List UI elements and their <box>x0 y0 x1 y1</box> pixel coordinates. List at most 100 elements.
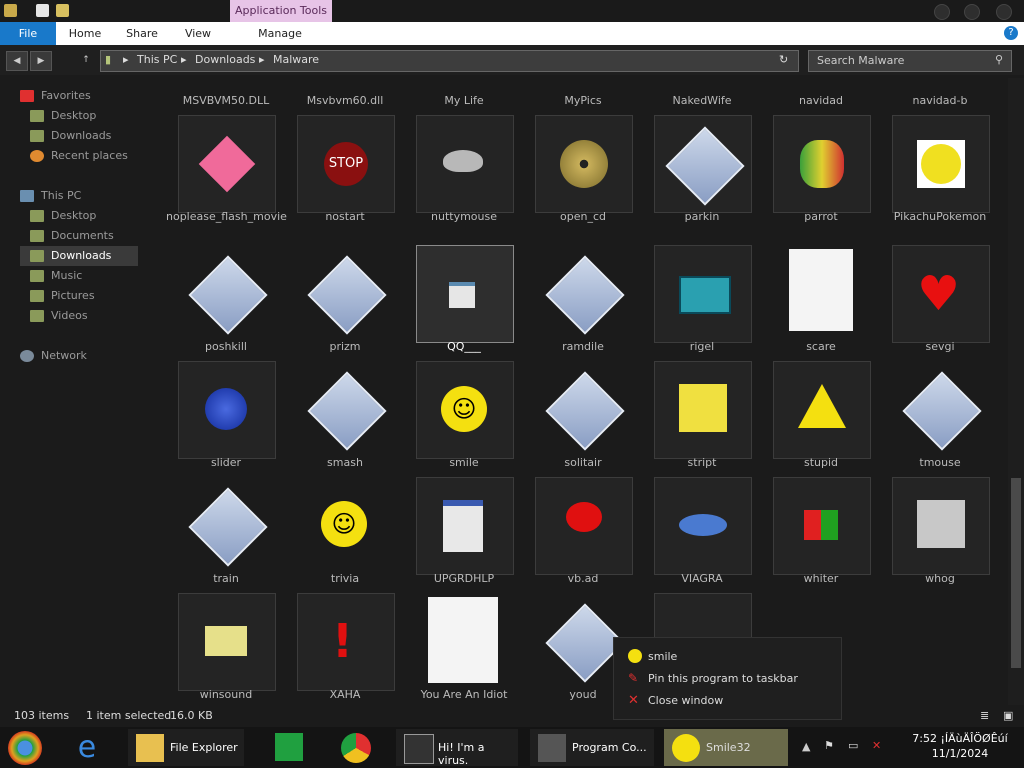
file-label[interactable]: stript <box>642 456 762 470</box>
file-tile[interactable] <box>297 245 393 341</box>
file-label[interactable]: UPGRDHLP <box>404 572 524 586</box>
file-tile[interactable] <box>892 115 990 213</box>
taskbar-button-program[interactable]: Program Co... <box>530 729 654 766</box>
chrome-icon[interactable] <box>341 733 371 763</box>
file-label[interactable]: QQ___ <box>404 340 524 354</box>
file-label[interactable]: nostart <box>285 210 405 224</box>
file-tile[interactable] <box>773 361 871 459</box>
file-tile[interactable] <box>297 361 393 457</box>
search-icon[interactable]: ⚲ <box>995 53 1003 66</box>
sidebar-item-desktop[interactable]: Desktop <box>20 106 138 126</box>
vertical-scrollbar[interactable] <box>1008 78 1024 705</box>
action-center-flag-icon[interactable]: ⚑ <box>824 739 834 752</box>
menu-item-pin-to-taskbar[interactable]: Pin this program to taskbar <box>648 672 798 685</box>
file-label[interactable]: stupid <box>761 456 881 470</box>
file-tile[interactable] <box>416 593 512 689</box>
internet-explorer-icon[interactable]: e <box>70 731 104 765</box>
system-clock[interactable]: 7:52 ¡ÍÄùÄÎÖØÊúí 11/1/2024 <box>900 731 1020 761</box>
file-label[interactable]: XAHA <box>285 688 405 702</box>
file-label[interactable]: train <box>166 572 286 586</box>
file-tile[interactable]: STOP <box>297 115 395 213</box>
file-label[interactable]: You Are An Idiot <box>404 688 524 702</box>
refresh-icon[interactable]: ↻ <box>779 53 788 66</box>
sidebar-item-this-pc[interactable]: This PC <box>10 186 128 206</box>
file-tile[interactable] <box>535 361 631 457</box>
help-icon[interactable]: ? <box>1004 26 1018 40</box>
breadcrumb-downloads[interactable]: Downloads <box>195 53 255 66</box>
file-tile-selected[interactable] <box>416 245 514 343</box>
menu-item-smile[interactable]: smile <box>648 650 677 663</box>
file-tile[interactable] <box>654 477 752 575</box>
tab-file[interactable]: File <box>0 22 56 45</box>
file-tile[interactable] <box>773 245 869 341</box>
folder-icon[interactable] <box>4 4 17 17</box>
sidebar-item-downloads-pc[interactable]: Downloads <box>20 246 138 266</box>
file-label[interactable]: navidad-b <box>880 94 1000 108</box>
start-button[interactable] <box>8 731 42 765</box>
breadcrumb-this-pc[interactable]: This PC <box>137 53 177 66</box>
file-tile[interactable] <box>178 245 274 341</box>
file-tile[interactable] <box>416 115 514 213</box>
file-label[interactable]: MSVBVM50.DLL <box>166 94 286 108</box>
file-label[interactable]: nuttymouse <box>404 210 524 224</box>
file-tile[interactable] <box>535 245 631 341</box>
file-label[interactable]: whiter <box>761 572 881 586</box>
minimize-button[interactable] <box>934 4 950 20</box>
sidebar-item-videos[interactable]: Videos <box>20 306 138 326</box>
search-input[interactable]: Search Malware ⚲ <box>808 50 1012 72</box>
file-label[interactable]: solitair <box>523 456 643 470</box>
sidebar-item-documents[interactable]: Documents <box>20 226 138 246</box>
file-label[interactable]: ramdile <box>523 340 643 354</box>
file-label[interactable]: winsound <box>166 688 286 702</box>
details-view-icon[interactable]: ≣ <box>980 709 989 722</box>
file-tile[interactable] <box>178 477 274 573</box>
forward-button[interactable]: ▶ <box>30 51 52 71</box>
file-label[interactable]: trivia <box>285 572 405 586</box>
address-bar[interactable]: ▮ ▸ This PC ▸ Downloads ▸ Malware ↻ <box>100 50 799 72</box>
file-tile[interactable] <box>178 361 276 459</box>
file-tile[interactable] <box>892 361 988 457</box>
properties-icon[interactable] <box>36 4 49 17</box>
file-label[interactable]: MyPics <box>523 94 643 108</box>
taskbar-button-virus[interactable]: Hi! I'm a virus. <box>396 729 518 767</box>
file-tile[interactable] <box>535 115 633 213</box>
taskbar-button-smile32[interactable]: Smile32 <box>664 729 788 766</box>
menu-item-close-window[interactable]: Close window <box>648 694 723 707</box>
file-label[interactable]: NakedWife <box>642 94 762 108</box>
close-button[interactable] <box>996 4 1012 20</box>
tab-share[interactable]: Share <box>118 22 166 45</box>
file-tile[interactable] <box>654 115 752 213</box>
sidebar-item-favorites[interactable]: Favorites <box>10 86 128 106</box>
file-label[interactable]: whog <box>880 572 1000 586</box>
maximize-button[interactable] <box>964 4 980 20</box>
large-icons-view-icon[interactable]: ▣ <box>1003 709 1013 722</box>
up-button[interactable]: ↑ <box>76 51 96 69</box>
sidebar-item-network[interactable]: Network <box>10 346 128 366</box>
file-tile[interactable]: ♥ <box>892 245 990 343</box>
file-tile[interactable]: ☺ <box>416 361 514 459</box>
file-tile[interactable] <box>892 477 990 575</box>
file-label[interactable]: slider <box>166 456 286 470</box>
file-tile[interactable] <box>654 361 752 459</box>
file-label[interactable]: scare <box>761 340 881 354</box>
sidebar-item-desktop-pc[interactable]: Desktop <box>20 206 138 226</box>
file-label[interactable]: vb.ad <box>523 572 643 586</box>
new-folder-icon[interactable] <box>56 4 69 17</box>
file-label[interactable]: rigel <box>642 340 762 354</box>
store-icon[interactable] <box>275 733 303 761</box>
file-label[interactable]: poshkill <box>166 340 286 354</box>
file-label[interactable]: smile <box>404 456 524 470</box>
volume-muted-icon[interactable]: ✕ <box>872 739 881 752</box>
file-label[interactable]: VIAGRA <box>642 572 762 586</box>
taskbar-button-file-explorer[interactable]: File Explorer <box>128 729 244 766</box>
sidebar-item-pictures[interactable]: Pictures <box>20 286 138 306</box>
file-tile[interactable] <box>535 477 633 575</box>
file-label[interactable]: parkin <box>642 210 762 224</box>
file-label[interactable]: navidad <box>761 94 881 108</box>
tab-home[interactable]: Home <box>62 22 108 45</box>
file-label[interactable]: noplease_flash_movie <box>166 210 287 224</box>
file-label[interactable]: smash <box>285 456 405 470</box>
file-label[interactable]: open_cd <box>523 210 643 224</box>
file-label[interactable]: Msvbvm60.dll <box>285 94 405 108</box>
show-hidden-icons-icon[interactable]: ▲ <box>802 740 810 753</box>
